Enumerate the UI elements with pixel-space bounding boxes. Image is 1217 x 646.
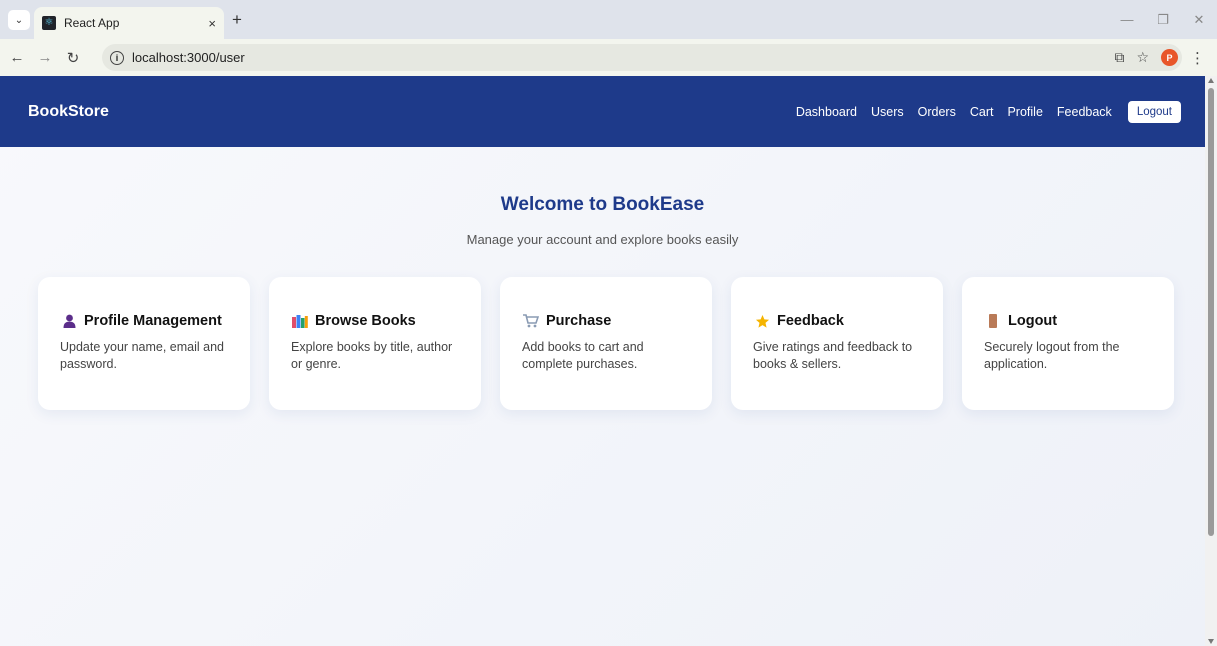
card-header: Feedback: [753, 313, 921, 329]
nav-link-users[interactable]: Users: [871, 105, 904, 119]
card-logout[interactable]: Logout Securely logout from the applicat…: [962, 277, 1174, 410]
page-subtitle: Manage your account and explore books ea…: [466, 232, 739, 247]
page-scrollbar[interactable]: [1205, 76, 1217, 646]
tab-close-icon[interactable]: ×: [208, 16, 216, 31]
chevron-down-icon: ⌄: [14, 14, 24, 26]
forward-icon[interactable]: →: [34, 49, 56, 66]
toolbar-actions: ⧉ ☆ P ⋮: [1114, 39, 1213, 76]
restore-icon[interactable]: ❐: [1145, 12, 1181, 28]
browser-tab-bar: ⌄ ⚛ React App × + — ❐ ✕: [0, 0, 1217, 39]
bookmark-star-icon[interactable]: ☆: [1136, 49, 1149, 66]
card-title: Feedback: [777, 313, 844, 329]
nav-link-orders[interactable]: Orders: [918, 105, 956, 119]
browser-tab[interactable]: ⚛ React App ×: [34, 7, 224, 39]
card-description: Update your name, email and password.: [60, 340, 224, 371]
tab-title: React App: [64, 16, 120, 30]
card-description: Explore books by title, author or genre.: [291, 340, 453, 371]
new-tab-button[interactable]: +: [232, 11, 242, 28]
nav-link-dashboard[interactable]: Dashboard: [796, 105, 857, 119]
site-info-icon[interactable]: i: [110, 50, 124, 65]
close-window-icon[interactable]: ✕: [1181, 12, 1217, 28]
app-navbar: BookStore Dashboard Users Orders Cart Pr…: [0, 76, 1205, 147]
cart-icon: [522, 314, 540, 328]
minimize-icon[interactable]: —: [1109, 12, 1145, 27]
card-header: Purchase: [522, 313, 690, 329]
react-favicon-icon: ⚛: [42, 16, 56, 30]
card-title: Logout: [1008, 313, 1058, 329]
door-icon: [984, 314, 1002, 328]
kebab-menu-icon[interactable]: ⋮: [1190, 49, 1205, 67]
card-header: Profile Management: [60, 313, 228, 329]
logout-button[interactable]: Logout: [1127, 100, 1181, 123]
card-title: Profile Management: [84, 313, 222, 329]
address-bar[interactable]: i localhost:3000/user: [102, 44, 1182, 71]
card-profile-management[interactable]: Profile Management Update your name, ema…: [38, 277, 250, 410]
card-browse-books[interactable]: Browse Books Explore books by title, aut…: [269, 277, 481, 410]
scroll-down-icon[interactable]: [1208, 639, 1214, 644]
page-viewport: BookStore Dashboard Users Orders Cart Pr…: [0, 76, 1217, 646]
card-purchase[interactable]: Purchase Add books to cart and complete …: [500, 277, 712, 410]
brand-logo[interactable]: BookStore: [28, 103, 109, 121]
nav-link-cart[interactable]: Cart: [970, 105, 994, 119]
books-icon: [291, 314, 309, 328]
card-title: Purchase: [546, 313, 612, 329]
card-description: Add books to cart and complete purchases…: [522, 340, 644, 371]
tab-search-button[interactable]: ⌄: [8, 10, 30, 30]
scroll-thumb[interactable]: [1208, 88, 1214, 536]
url-text[interactable]: localhost:3000/user: [132, 50, 245, 65]
card-title: Browse Books: [315, 313, 416, 329]
page-title: Welcome to BookEase: [500, 194, 705, 215]
scroll-up-icon[interactable]: [1208, 78, 1214, 83]
card-description: Give ratings and feedback to books & sel…: [753, 340, 913, 371]
back-icon[interactable]: ←: [6, 49, 28, 66]
card-description: Securely logout from the application.: [984, 340, 1120, 371]
card-header: Logout: [984, 313, 1152, 329]
browser-toolbar: ← → ↻ i localhost:3000/user ⧉ ☆ P ⋮: [0, 39, 1217, 76]
card-feedback[interactable]: Feedback Give ratings and feedback to bo…: [731, 277, 943, 410]
star-icon: [753, 314, 771, 329]
nav-link-profile[interactable]: Profile: [1007, 105, 1042, 119]
cast-icon[interactable]: ⧉: [1114, 49, 1124, 66]
feature-cards: Profile Management Update your name, ema…: [0, 277, 1217, 410]
window-controls: — ❐ ✕: [1109, 0, 1217, 39]
reload-icon[interactable]: ↻: [62, 49, 84, 67]
nav-link-feedback[interactable]: Feedback: [1057, 105, 1112, 119]
person-icon: [60, 314, 78, 328]
nav-links: Dashboard Users Orders Cart Profile Feed…: [796, 100, 1181, 123]
profile-avatar[interactable]: P: [1161, 49, 1178, 66]
welcome-section: Welcome to BookEase Manage your account …: [0, 194, 1205, 247]
card-header: Browse Books: [291, 313, 459, 329]
